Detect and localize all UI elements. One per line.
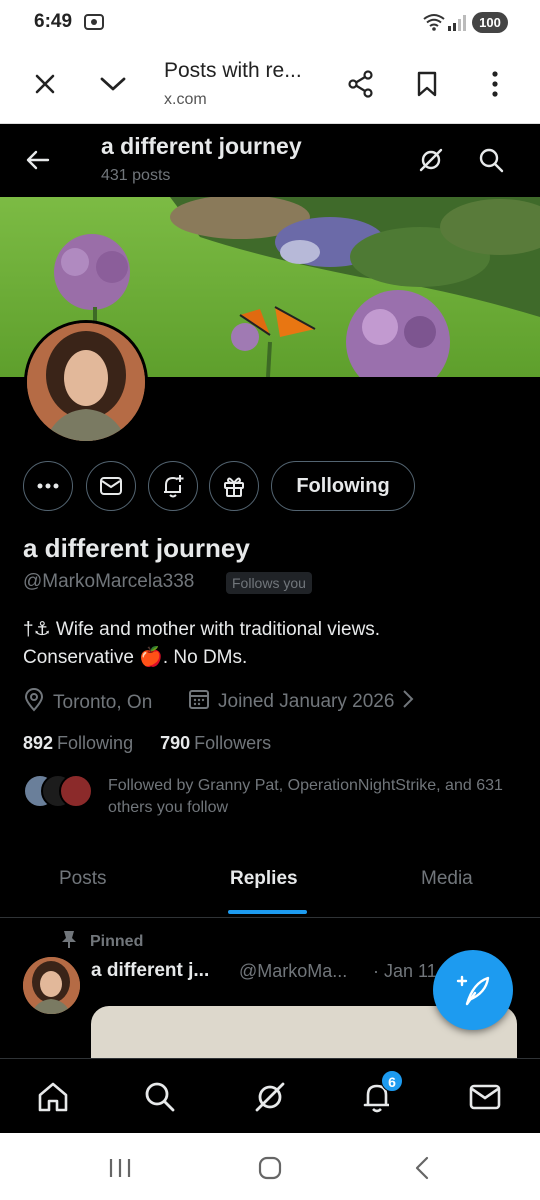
- system-navigation-bar: [0, 1133, 540, 1200]
- recent-apps-icon[interactable]: [105, 1153, 135, 1183]
- grok-icon[interactable]: [409, 138, 453, 182]
- screenshot-icon: [84, 13, 104, 36]
- followers-label: Followers: [194, 733, 272, 753]
- signal-icon: [447, 14, 467, 37]
- compose-post-button[interactable]: [433, 950, 513, 1030]
- bottom-navigation: 6: [0, 1058, 540, 1133]
- profile-joined[interactable]: Joined January 2026: [188, 688, 414, 716]
- followers-count: 790: [160, 733, 191, 753]
- bio-line-1: †⚓ Wife and mother with traditional view…: [23, 619, 381, 640]
- pinned-text: Pinned: [90, 932, 144, 950]
- messages-icon[interactable]: [461, 1073, 509, 1121]
- location-pin-icon: [23, 688, 45, 718]
- close-icon[interactable]: [23, 62, 67, 106]
- browser-toolbar: Posts with re... x.com: [0, 46, 540, 124]
- search-icon[interactable]: [136, 1073, 184, 1121]
- profile-bio: †⚓ Wife and mother with traditional view…: [23, 616, 513, 672]
- profile-avatar[interactable]: [24, 320, 148, 444]
- tab-replies[interactable]: Replies: [230, 868, 298, 890]
- notify-bell-add-icon[interactable]: [148, 461, 198, 511]
- compose-feather-icon: [456, 975, 490, 1006]
- following-button[interactable]: Following: [271, 461, 415, 511]
- gift-icon[interactable]: [209, 461, 259, 511]
- follow-counts: 892 Following 790 Followers: [23, 733, 271, 754]
- back-button-icon[interactable]: [407, 1153, 437, 1183]
- profile-location: Toronto, On: [23, 688, 152, 718]
- chevron-down-icon[interactable]: [91, 62, 135, 106]
- post-author-avatar[interactable]: [23, 957, 80, 1014]
- grok-icon[interactable]: [246, 1073, 294, 1121]
- followed-by-text[interactable]: Followed by Granny Pat, OperationNightSt…: [108, 775, 518, 819]
- more-options-button[interactable]: [23, 461, 73, 511]
- header-post-count: 431 posts: [101, 167, 171, 184]
- profile-header: a different journey 431 posts: [0, 124, 540, 197]
- back-arrow-icon[interactable]: [16, 138, 60, 182]
- bio-line-2: Conservative 🍎. No DMs.: [23, 647, 248, 668]
- tab-media[interactable]: Media: [421, 868, 473, 890]
- status-bar: 6:49 100: [0, 0, 540, 46]
- joined-text: Joined January 2026: [218, 691, 395, 712]
- home-button-icon[interactable]: [255, 1153, 285, 1183]
- message-button[interactable]: [86, 461, 136, 511]
- search-icon[interactable]: [469, 138, 513, 182]
- pinned-label-row: Pinned: [60, 929, 143, 954]
- pin-icon: [60, 929, 78, 954]
- follows-you-badge: Follows you: [226, 572, 312, 594]
- notifications-bell-icon[interactable]: 6: [353, 1070, 403, 1121]
- location-text: Toronto, On: [53, 692, 153, 713]
- battery-indicator: 100: [472, 12, 508, 33]
- home-icon[interactable]: [29, 1073, 77, 1121]
- post-date[interactable]: · Jan 11: [373, 961, 437, 982]
- following-count: 892: [23, 733, 54, 753]
- profile-handle: @MarkoMarcela338: [23, 571, 195, 592]
- share-icon[interactable]: [339, 62, 383, 106]
- bookmark-icon[interactable]: [405, 62, 449, 106]
- calendar-icon: [188, 688, 210, 716]
- followers-count-link[interactable]: 790 Followers: [160, 733, 271, 754]
- status-time: 6:49: [34, 11, 73, 32]
- profile-tabs: Posts Replies Media: [0, 848, 540, 918]
- post-author-name[interactable]: a different j...: [91, 960, 209, 982]
- wifi-icon: [422, 12, 446, 37]
- post-author-handle[interactable]: @MarkoMa...: [239, 961, 347, 982]
- active-tab-indicator: [228, 910, 307, 914]
- browser-url: x.com: [164, 91, 207, 108]
- profile-display-name: a different journey: [23, 533, 250, 563]
- notifications-badge: 6: [381, 1070, 403, 1092]
- browser-page-title: Posts with re...: [164, 59, 302, 82]
- tab-posts[interactable]: Posts: [59, 868, 107, 890]
- following-count-link[interactable]: 892 Following: [23, 733, 133, 754]
- header-name: a different journey: [101, 133, 302, 159]
- more-vertical-icon[interactable]: [473, 62, 517, 106]
- followed-by-avatars[interactable]: [23, 774, 95, 808]
- follower-avatar: [59, 774, 93, 808]
- following-label: Following: [57, 733, 134, 753]
- chevron-right-icon: [402, 689, 414, 715]
